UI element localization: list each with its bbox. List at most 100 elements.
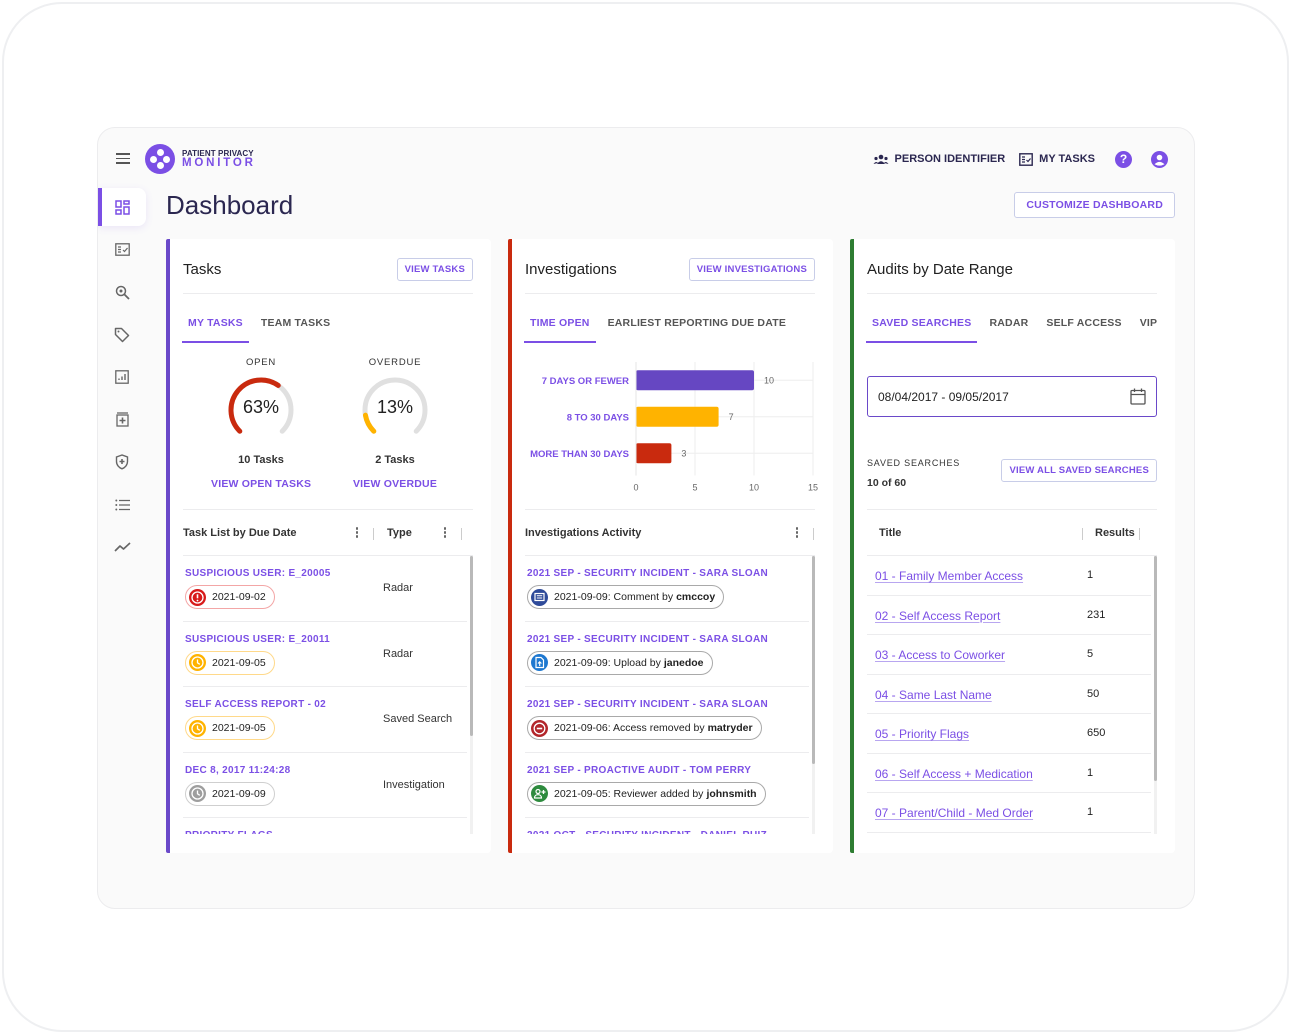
investigation-activity-row[interactable]: 2021 SEP - SECURITY INCIDENT - SARA SLOA… bbox=[525, 556, 809, 622]
tab-my-tasks[interactable]: MY TASKS bbox=[182, 309, 249, 343]
gauge-count: 10 Tasks bbox=[238, 454, 284, 466]
bar[interactable] bbox=[636, 406, 719, 427]
task-title-link[interactable]: SUSPICIOUS USER: E_20005 bbox=[185, 568, 331, 579]
investigation-title-link[interactable]: 2021 SEP - SECURITY INCIDENT - SARA SLOA… bbox=[527, 699, 768, 710]
investigations-card: Investigations VIEW INVESTIGATIONS TIME … bbox=[508, 239, 833, 853]
view-overdue-link[interactable]: VIEW OVERDUE bbox=[345, 478, 445, 490]
task-row[interactable]: SUSPICIOUS USER: E_20005 2021-09-02 Radar bbox=[183, 556, 467, 622]
task-row[interactable]: PRIORITY FLAGS bbox=[183, 818, 467, 834]
tab-team-tasks[interactable]: TEAM TASKS bbox=[255, 309, 336, 343]
task-title-link[interactable]: SELF ACCESS REPORT - 02 bbox=[185, 699, 326, 710]
sidebar-item-dashboard[interactable] bbox=[98, 188, 146, 226]
task-checklist-icon bbox=[1019, 152, 1034, 166]
app-logo-icon[interactable] bbox=[145, 144, 175, 174]
sidebar-item-list[interactable] bbox=[98, 486, 146, 524]
investigation-activity-row[interactable]: 2021 SEP - SECURITY INCIDENT - SARA SLOA… bbox=[525, 622, 809, 687]
column-divider[interactable] bbox=[1082, 528, 1083, 540]
column-header-type[interactable]: Type bbox=[387, 527, 412, 539]
y-category-label[interactable]: 8 TO 30 DAYS bbox=[567, 412, 629, 423]
investigation-activity-row[interactable]: 2021 OCT - SECURITY INCIDENT - DANIEL RU… bbox=[525, 818, 809, 834]
sidebar-item-tasks[interactable] bbox=[98, 231, 146, 269]
column-header-activity[interactable]: Investigations Activity bbox=[525, 527, 641, 539]
view-investigations-button[interactable]: VIEW INVESTIGATIONS bbox=[688, 258, 815, 281]
y-category-label[interactable]: MORE THAN 30 DAYS bbox=[530, 449, 629, 460]
column-divider[interactable] bbox=[1139, 528, 1140, 540]
column-header-results[interactable]: Results bbox=[1095, 527, 1135, 539]
sidebar-item-trends[interactable] bbox=[98, 528, 146, 566]
tab-self-access[interactable]: SELF ACCESS bbox=[1040, 309, 1127, 343]
column-divider[interactable] bbox=[373, 528, 374, 540]
task-title-link[interactable]: DEC 8, 2017 11:24:28 bbox=[185, 765, 291, 776]
bar[interactable] bbox=[636, 443, 672, 464]
activity-text: 2021-09-09: Comment by bbox=[554, 591, 674, 603]
saved-search-row[interactable]: 03 - Access to Coworker 5 bbox=[867, 635, 1151, 675]
investigation-title-link[interactable]: 2021 SEP - SECURITY INCIDENT - SARA SLOA… bbox=[527, 634, 768, 645]
scrollbar-thumb[interactable] bbox=[470, 556, 473, 736]
due-date-chip: 2021-09-09 bbox=[185, 781, 275, 806]
scrollbar-thumb[interactable] bbox=[1154, 556, 1157, 781]
tab-vip[interactable]: VIP bbox=[1134, 309, 1164, 343]
saved-search-title-link[interactable]: 02 - Self Access Report bbox=[875, 609, 1000, 623]
investigation-title-link[interactable]: 2021 OCT - SECURITY INCIDENT - DANIEL RU… bbox=[527, 830, 767, 834]
saved-search-row[interactable]: 07 - Parent/Child - Med Order 1 bbox=[867, 793, 1151, 833]
bar[interactable] bbox=[636, 370, 754, 391]
saved-search-title-link[interactable]: 01 - Family Member Access bbox=[875, 569, 1023, 583]
saved-search-row[interactable]: 04 - Same Last Name 50 bbox=[867, 675, 1151, 714]
hamburger-menu-icon[interactable] bbox=[116, 153, 130, 164]
view-tasks-button[interactable]: VIEW TASKS bbox=[396, 258, 473, 281]
sidebar-item-tags[interactable] bbox=[98, 316, 146, 354]
task-type: Saved Search bbox=[383, 713, 453, 725]
task-row[interactable]: SELF ACCESS REPORT - 02 2021-09-05 Saved S… bbox=[183, 687, 467, 753]
column-divider[interactable] bbox=[461, 528, 462, 540]
column-divider[interactable] bbox=[813, 528, 814, 540]
tab-radar[interactable]: RADAR bbox=[983, 309, 1034, 343]
my-tasks-link[interactable]: MY TASKS bbox=[1019, 152, 1095, 166]
saved-search-title-link[interactable]: 03 - Access to Coworker bbox=[875, 648, 1005, 662]
investigation-activity-row[interactable]: 2021 SEP - SECURITY INCIDENT - SARA SLOA… bbox=[525, 687, 809, 753]
saved-search-title-link[interactable]: 05 - Priority Flags bbox=[875, 727, 969, 741]
saved-search-row[interactable]: 02 - Self Access Report 231 bbox=[867, 596, 1151, 635]
investigation-title-link[interactable]: 2021 SEP - PROACTIVE AUDIT - TOM PERRY bbox=[527, 765, 751, 776]
column-header-due-date[interactable]: Task List by Due Date bbox=[183, 527, 297, 539]
investigation-title-link[interactable]: 2021 SEP - SECURITY INCIDENT - SARA SLOA… bbox=[527, 568, 768, 579]
column-header-title[interactable]: Title bbox=[879, 527, 901, 539]
kebab-menu-icon[interactable] bbox=[441, 527, 449, 541]
date-range-input[interactable]: 08/04/2017 - 09/05/2017 bbox=[867, 376, 1157, 417]
sidebar-item-security[interactable] bbox=[98, 443, 146, 481]
saved-search-title-link[interactable]: 07 - Parent/Child - Med Order bbox=[875, 806, 1033, 820]
calendar-icon[interactable] bbox=[1130, 388, 1146, 405]
saved-search-results: 5 bbox=[1087, 648, 1094, 660]
scrollbar-thumb[interactable] bbox=[812, 556, 815, 764]
tab-saved-searches[interactable]: SAVED SEARCHES bbox=[866, 309, 978, 343]
kebab-menu-icon[interactable] bbox=[793, 527, 801, 541]
task-title-link[interactable]: PRIORITY FLAGS bbox=[185, 830, 273, 834]
sidebar-item-search[interactable] bbox=[98, 273, 146, 311]
card-header: Investigations VIEW INVESTIGATIONS bbox=[525, 239, 815, 294]
top-actions: PERSON IDENTIFIER MY TASKS ? bbox=[859, 148, 1168, 170]
task-row[interactable]: SUSPICIOUS USER: E_20011 2021-09-05 Radar bbox=[183, 622, 467, 687]
task-row[interactable]: DEC 8, 2017 11:24:28 2021-09-09 Investigat… bbox=[183, 753, 467, 818]
saved-search-row[interactable]: 01 - Family Member Access 1 bbox=[867, 556, 1151, 596]
task-title-link[interactable]: SUSPICIOUS USER: E_20011 bbox=[185, 634, 330, 645]
saved-search-row[interactable]: 05 - Priority Flags 650 bbox=[867, 714, 1151, 754]
customize-dashboard-button[interactable]: CUSTOMIZE DASHBOARD bbox=[1014, 192, 1175, 218]
view-open-tasks-link[interactable]: VIEW OPEN TASKS bbox=[211, 478, 311, 490]
sidebar-item-reports[interactable] bbox=[98, 358, 146, 396]
help-icon[interactable]: ? bbox=[1115, 150, 1132, 168]
saved-search-results: 1 bbox=[1087, 806, 1094, 818]
sidebar-item-records[interactable] bbox=[98, 401, 146, 439]
view-all-saved-searches-button[interactable]: VIEW ALL SAVED SEARCHES bbox=[1001, 459, 1157, 482]
saved-search-row[interactable]: 06 - Self Access + Medication 1 bbox=[867, 754, 1151, 793]
due-date-chip: 2021-09-05 bbox=[185, 716, 275, 740]
tab-earliest-reporting-due-date[interactable]: EARLIEST REPORTING DUE DATE bbox=[602, 309, 792, 343]
tab-time-open[interactable]: TIME OPEN bbox=[524, 309, 596, 343]
trend-line-icon bbox=[113, 542, 131, 552]
account-circle-icon[interactable] bbox=[1151, 150, 1168, 168]
saved-search-title-link[interactable]: 06 - Self Access + Medication bbox=[875, 767, 1033, 781]
task-list: SUSPICIOUS USER: E_20005 2021-09-02 Radar S… bbox=[183, 556, 473, 834]
investigation-activity-row[interactable]: 2021 SEP - PROACTIVE AUDIT - TOM PERRY 20… bbox=[525, 753, 809, 818]
y-category-label[interactable]: 7 DAYS OR FEWER bbox=[542, 376, 629, 387]
person-identifier-link[interactable]: PERSON IDENTIFIER bbox=[873, 153, 1005, 165]
saved-search-title-link[interactable]: 04 - Same Last Name bbox=[875, 688, 992, 702]
kebab-menu-icon[interactable] bbox=[353, 527, 361, 541]
